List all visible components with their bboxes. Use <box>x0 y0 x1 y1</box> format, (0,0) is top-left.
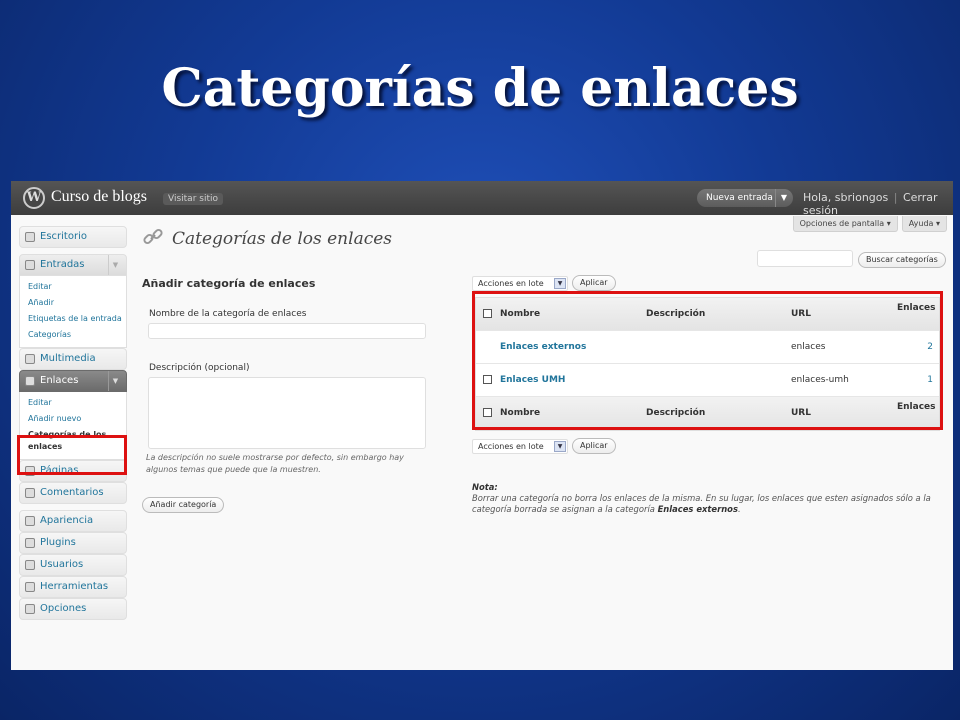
description-label: Descripción (opcional) <box>149 363 250 373</box>
links-submenu: Editar Añadir nuevo Categorías de los en… <box>19 392 127 460</box>
sidebar-item-appearance[interactable]: Apariencia <box>19 510 127 532</box>
submenu-links-add[interactable]: Añadir nuevo <box>20 411 126 427</box>
help-tab[interactable]: Ayuda ▾ <box>901 216 947 232</box>
user-links: Hola, sbriongos | Cerrar sesión <box>803 191 953 217</box>
sidebar-item-users[interactable]: Usuarios <box>19 554 127 576</box>
sidebar-item-dashboard[interactable]: Escritorio <box>19 226 127 248</box>
note-title: Nota: <box>472 482 498 492</box>
category-name-input[interactable] <box>148 323 426 339</box>
apply-button[interactable]: Aplicar <box>572 275 616 291</box>
submenu-posts-edit[interactable]: Editar <box>20 279 126 295</box>
category-name-link[interactable]: Enlaces externos <box>500 342 586 352</box>
column-url[interactable]: URL <box>791 408 811 418</box>
site-title[interactable]: Curso de blogs <box>51 188 147 206</box>
category-name-link[interactable]: Enlaces UMH <box>500 375 565 385</box>
page-title: Categorías de los enlaces <box>172 229 393 249</box>
admin-header: W Curso de blogs Visitar sitio Nueva ent… <box>11 181 953 217</box>
submenu-posts-add[interactable]: Añadir <box>20 295 126 311</box>
sidebar-item-links[interactable]: Enlaces ▼ <box>19 370 127 392</box>
chevron-down-icon[interactable]: ▼ <box>774 189 787 207</box>
column-count[interactable]: Enlaces <box>897 402 936 412</box>
plugin-icon <box>25 538 35 548</box>
note: Nota: Borrar una categoría no borra los … <box>472 482 931 514</box>
visit-site-button[interactable]: Visitar sitio <box>163 193 223 205</box>
row-checkbox[interactable] <box>483 375 492 384</box>
slide-title: Categorías de enlaces <box>161 58 799 119</box>
sidebar-item-posts[interactable]: Entradas ▼ <box>19 254 127 276</box>
column-count[interactable]: Enlaces <box>897 303 936 313</box>
sidebar-item-tools[interactable]: Herramientas <box>19 576 127 598</box>
select-all-checkbox[interactable] <box>483 408 492 417</box>
submenu-links-edit[interactable]: Editar <box>20 395 126 411</box>
sidebar-item-media[interactable]: Multimedia <box>19 348 127 370</box>
comment-icon <box>25 488 35 498</box>
bulk-actions-select[interactable]: Acciones en lote ▼ <box>472 438 568 454</box>
submenu-posts-categories[interactable]: Categorías <box>20 327 126 343</box>
tools-icon <box>25 582 35 592</box>
column-name[interactable]: Nombre <box>500 408 540 418</box>
table-row: Enlaces externos enlaces 2 <box>476 331 939 364</box>
settings-icon <box>25 604 35 614</box>
users-icon <box>25 560 35 570</box>
column-description[interactable]: Descripción <box>646 309 705 319</box>
note-default-category: Enlaces externos <box>657 504 738 514</box>
admin-sidebar: Escritorio Entradas ▼ Editar Añadir Etiq… <box>19 226 127 620</box>
submenu-links-categories[interactable]: Categorías de los enlaces <box>20 427 126 455</box>
page-icon <box>25 466 35 476</box>
column-description[interactable]: Descripción <box>646 408 705 418</box>
link-icon <box>25 376 35 386</box>
search-categories-button[interactable]: Buscar categorías <box>858 252 946 268</box>
sidebar-item-pages[interactable]: Páginas <box>19 460 127 482</box>
home-icon <box>25 232 35 242</box>
categories-table: Nombre Descripción URL Enlaces Enlaces e… <box>475 297 940 431</box>
add-category-button[interactable]: Añadir categoría <box>142 497 225 513</box>
chevron-down-icon: ▼ <box>554 440 566 452</box>
select-all-checkbox[interactable] <box>483 309 492 318</box>
category-count-link[interactable]: 1 <box>897 375 933 385</box>
screen-options-tab[interactable]: Opciones de pantalla ▾ <box>792 216 898 232</box>
category-description-textarea[interactable] <box>148 377 426 449</box>
submenu-posts-tags[interactable]: Etiquetas de la entrada <box>20 311 126 327</box>
appearance-icon <box>25 516 35 526</box>
chevron-down-icon[interactable]: ▼ <box>108 371 122 391</box>
chevron-down-icon: ▼ <box>554 277 566 289</box>
bulk-actions-select[interactable]: Acciones en lote ▼ <box>472 275 568 291</box>
apply-button[interactable]: Aplicar <box>572 438 616 454</box>
chevron-down-icon[interactable]: ▼ <box>108 255 122 275</box>
sidebar-item-plugins[interactable]: Plugins <box>19 532 127 554</box>
name-label: Nombre de la categoría de enlaces <box>149 309 307 319</box>
category-slug: enlaces-umh <box>791 375 849 385</box>
bulk-actions-top: Acciones en lote ▼ Aplicar <box>472 275 616 291</box>
new-post-button[interactable]: Nueva entrada ▼ <box>697 189 793 207</box>
column-url[interactable]: URL <box>791 309 811 319</box>
wordpress-logo-icon[interactable]: W <box>23 187 45 209</box>
sidebar-item-settings[interactable]: Opciones <box>19 598 127 620</box>
form-heading: Añadir categoría de enlaces <box>142 277 316 290</box>
table-row: Enlaces UMH enlaces-umh 1 <box>476 364 939 397</box>
new-post-label: Nueva entrada <box>706 193 773 203</box>
pin-icon <box>25 260 35 270</box>
table-footer: Nombre Descripción URL Enlaces <box>476 397 939 430</box>
table-header: Nombre Descripción URL Enlaces <box>476 298 939 331</box>
admin-screenshot: W Curso de blogs Visitar sitio Nueva ent… <box>11 181 953 670</box>
sidebar-item-comments[interactable]: Comentarios <box>19 482 127 504</box>
add-category-form: Añadir categoría de enlaces Nombre de la… <box>142 277 437 476</box>
user-greeting[interactable]: Hola, sbriongos <box>803 191 888 204</box>
divider: | <box>893 191 898 204</box>
search-input[interactable] <box>757 250 853 267</box>
description-hint: La descripción no suele mostrarse por de… <box>146 453 404 474</box>
bulk-actions-bottom: Acciones en lote ▼ Aplicar <box>472 438 616 454</box>
posts-submenu: Editar Añadir Etiquetas de la entrada Ca… <box>19 276 127 348</box>
column-name[interactable]: Nombre <box>500 309 540 319</box>
category-slug: enlaces <box>791 342 826 352</box>
media-icon <box>25 354 35 364</box>
category-count-link[interactable]: 2 <box>897 342 933 352</box>
screen-meta: Opciones de pantalla ▾ Ayuda ▾ <box>792 216 947 232</box>
